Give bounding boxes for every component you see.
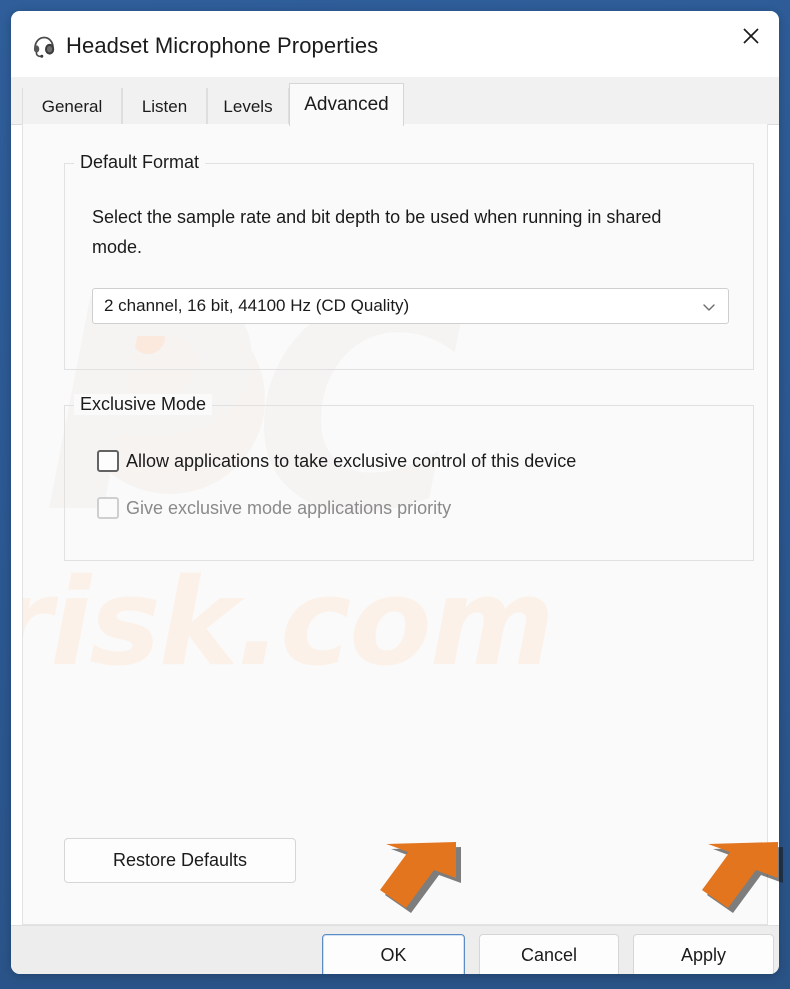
tab-levels[interactable]: Levels	[207, 88, 289, 125]
checkbox-allow-exclusive-control[interactable]: Allow applications to take exclusive con…	[97, 450, 576, 472]
restore-defaults-button[interactable]: Restore Defaults	[64, 838, 296, 883]
ok-button-label: OK	[380, 945, 407, 965]
exclusive-mode-legend: Exclusive Mode	[74, 394, 213, 415]
tab-strip: General Listen Levels Advanced	[11, 77, 779, 126]
tab-general[interactable]: General	[22, 88, 122, 125]
ok-button[interactable]: OK	[322, 934, 465, 974]
dialog-title: Headset Microphone Properties	[66, 33, 379, 58]
tab-general-label: General	[41, 96, 103, 116]
tab-advanced[interactable]: Advanced	[289, 83, 404, 126]
apply-button-label: Apply	[680, 945, 727, 965]
checkbox-allow-exclusive-control-label: Allow applications to take exclusive con…	[126, 450, 577, 471]
watermark-bottom-text: risk.com	[22, 554, 555, 693]
apply-button[interactable]: Apply	[633, 934, 774, 974]
restore-defaults-label: Restore Defaults	[112, 850, 248, 870]
default-format-selected-value: 2 channel, 16 bit, 44100 Hz (CD Quality)	[104, 296, 410, 315]
tab-advanced-label: Advanced	[304, 94, 389, 115]
desktop-background: Headset Microphone Properties General Li…	[0, 0, 790, 989]
checkbox-box	[97, 450, 119, 472]
default-format-combobox[interactable]: 2 channel, 16 bit, 44100 Hz (CD Quality)	[92, 288, 729, 324]
headset-icon	[30, 32, 58, 60]
cancel-button[interactable]: Cancel	[479, 934, 619, 974]
dialog-footer: OK Cancel Apply	[11, 925, 779, 974]
properties-dialog: Headset Microphone Properties General Li…	[11, 11, 779, 974]
dialog-titlebar: Headset Microphone Properties	[11, 11, 779, 77]
advanced-tab-panel: PC risk.com Default Format Select the sa…	[22, 124, 768, 925]
default-format-legend: Default Format	[74, 152, 206, 173]
cancel-button-label: Cancel	[520, 945, 578, 965]
exclusive-mode-group: Exclusive Mode Allow applications to tak…	[64, 394, 754, 561]
tab-listen-label: Listen	[141, 96, 188, 116]
tab-listen[interactable]: Listen	[122, 88, 207, 125]
checkbox-exclusive-mode-priority: Give exclusive mode applications priorit…	[97, 497, 451, 519]
chevron-down-icon	[700, 298, 718, 316]
default-format-group: Default Format Select the sample rate an…	[64, 152, 754, 370]
checkbox-exclusive-mode-priority-label: Give exclusive mode applications priorit…	[126, 497, 452, 518]
checkbox-box	[97, 497, 119, 519]
default-format-description: Select the sample rate and bit depth to …	[92, 207, 662, 257]
close-icon[interactable]	[723, 11, 779, 61]
tab-levels-label: Levels	[223, 96, 273, 116]
